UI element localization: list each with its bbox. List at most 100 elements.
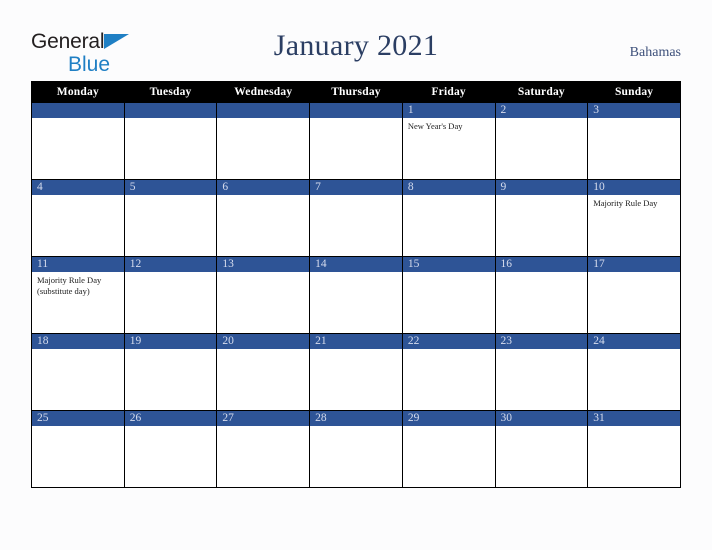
- weekday-header-tuesday: Tuesday: [123, 81, 218, 103]
- day-events: [310, 195, 402, 198]
- calendar-day-cell[interactable]: 30: [494, 410, 589, 488]
- day-events: Majority Rule Day (substitute day): [32, 272, 124, 296]
- calendar-day-cell[interactable]: 15: [401, 256, 496, 334]
- day-events: [32, 426, 124, 429]
- day-number: 22: [402, 334, 495, 349]
- day-events: New Year's Day: [403, 118, 495, 132]
- day-events: [496, 349, 588, 352]
- calendar-day-cell[interactable]: 10 Majority Rule Day: [587, 179, 681, 257]
- weekday-header-saturday: Saturday: [494, 81, 589, 103]
- calendar-day-cell[interactable]: 3: [587, 102, 681, 180]
- page-title: January 2021: [273, 29, 439, 62]
- day-events: [32, 118, 124, 121]
- weekday-header-monday: Monday: [31, 81, 125, 103]
- day-events: [217, 272, 309, 275]
- day-events: [217, 195, 309, 198]
- calendar-day-cell[interactable]: 21: [309, 333, 403, 411]
- calendar-day-cell[interactable]: 19: [123, 333, 218, 411]
- day-number: 6: [217, 180, 310, 195]
- day-number: 27: [217, 411, 310, 426]
- weekday-header-row: Monday Tuesday Wednesday Thursday Friday Satu…: [31, 81, 681, 103]
- day-number: 10: [588, 180, 680, 195]
- calendar-day-cell[interactable]: 31: [587, 410, 681, 488]
- day-number: [310, 103, 402, 118]
- day-number: [32, 103, 124, 118]
- calendar-day-cell[interactable]: 26: [123, 410, 218, 488]
- calendar-day-cell[interactable]: 2: [494, 102, 589, 180]
- holiday-label: New Year's Day: [407, 121, 463, 131]
- calendar-day-cell[interactable]: 7: [309, 179, 403, 257]
- day-number: 29: [402, 411, 495, 426]
- holiday-label: Majority Rule Day: [593, 198, 658, 208]
- weekday-header-thursday: Thursday: [309, 81, 403, 103]
- calendar-day-cell-empty[interactable]: [309, 102, 403, 180]
- day-events: [32, 349, 124, 352]
- calendar-day-cell[interactable]: 16: [494, 256, 589, 334]
- day-number: 14: [310, 257, 402, 272]
- day-number: 21: [310, 334, 402, 349]
- day-events: [32, 195, 124, 198]
- day-number: 31: [588, 411, 680, 426]
- calendar-day-cell[interactable]: 23: [494, 333, 589, 411]
- calendar-day-cell[interactable]: 22: [401, 333, 496, 411]
- calendar-day-cell[interactable]: 1 New Year's Day: [401, 102, 496, 180]
- weekday-header-wednesday: Wednesday: [216, 81, 311, 103]
- day-events: [125, 349, 217, 352]
- calendar-body: 1 New Year's Day 2 3 4 5 6 7 8 9 10 Majority Rule D…: [31, 102, 681, 488]
- calendar-day-cell[interactable]: 11 Majority Rule Day (substitute day): [31, 256, 125, 334]
- day-events: [588, 272, 680, 275]
- calendar-day-cell[interactable]: 27: [216, 410, 311, 488]
- day-number: 30: [495, 411, 588, 426]
- day-number: 4: [32, 180, 124, 195]
- day-events: [403, 426, 495, 429]
- calendar-day-cell[interactable]: 6: [216, 179, 311, 257]
- day-events: [125, 195, 217, 198]
- calendar-day-cell[interactable]: 14: [309, 256, 403, 334]
- day-events: [496, 272, 588, 275]
- calendar-week-row: 18 19 20 21 22 23 24: [31, 333, 681, 411]
- day-number: [124, 103, 217, 118]
- calendar-day-cell[interactable]: 24: [587, 333, 681, 411]
- day-number: 23: [495, 334, 588, 349]
- calendar-grid: Monday Tuesday Wednesday Thursday Friday Satu…: [31, 81, 681, 488]
- day-number: 8: [402, 180, 495, 195]
- calendar-day-cell[interactable]: 4: [31, 179, 125, 257]
- calendar-day-cell[interactable]: 17: [587, 256, 681, 334]
- calendar-day-cell[interactable]: 18: [31, 333, 125, 411]
- calendar-day-cell[interactable]: 25: [31, 410, 125, 488]
- day-events: [125, 272, 217, 275]
- day-events: [588, 118, 680, 121]
- day-number: 28: [310, 411, 402, 426]
- day-number: 11: [32, 257, 124, 272]
- day-events: [403, 272, 495, 275]
- day-number: 3: [588, 103, 680, 118]
- day-events: [588, 426, 680, 429]
- day-number: 5: [124, 180, 217, 195]
- day-events: [496, 118, 588, 121]
- day-number: 26: [124, 411, 217, 426]
- calendar-day-cell[interactable]: 8: [401, 179, 496, 257]
- calendar-day-cell[interactable]: 12: [123, 256, 218, 334]
- day-events: [403, 195, 495, 198]
- calendar-day-cell[interactable]: 28: [309, 410, 403, 488]
- day-number: 24: [588, 334, 680, 349]
- day-events: [125, 426, 217, 429]
- calendar-day-cell[interactable]: 29: [401, 410, 496, 488]
- calendar-day-cell[interactable]: 5: [123, 179, 218, 257]
- calendar-day-cell-empty[interactable]: [216, 102, 311, 180]
- calendar-day-cell-empty[interactable]: [31, 102, 125, 180]
- day-events: [588, 349, 680, 352]
- day-number: [217, 103, 310, 118]
- day-number: 19: [124, 334, 217, 349]
- day-number: 1: [402, 103, 495, 118]
- calendar-day-cell[interactable]: 13: [216, 256, 311, 334]
- day-number: 15: [402, 257, 495, 272]
- calendar-day-cell-empty[interactable]: [123, 102, 218, 180]
- day-events: [217, 118, 309, 121]
- day-number: 13: [217, 257, 310, 272]
- calendar-day-cell[interactable]: 20: [216, 333, 311, 411]
- day-number: 9: [495, 180, 588, 195]
- day-number: 17: [588, 257, 680, 272]
- calendar-week-row: 11 Majority Rule Day (substitute day) 12 13…: [31, 256, 681, 334]
- calendar-day-cell[interactable]: 9: [494, 179, 589, 257]
